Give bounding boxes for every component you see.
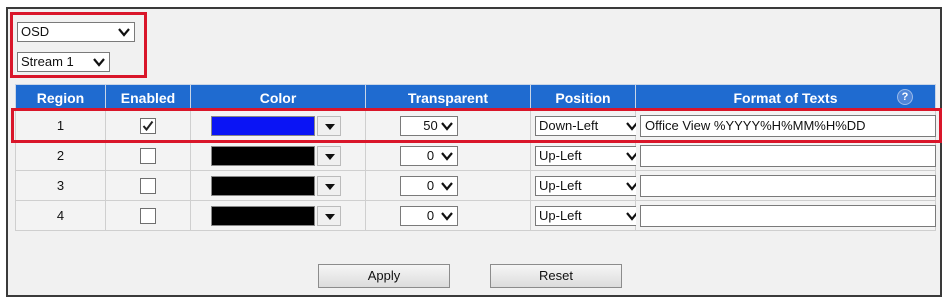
transparent-value: 0 — [426, 208, 435, 223]
color-cell — [190, 140, 366, 171]
header-enabled: Enabled — [105, 84, 191, 111]
format-cell — [635, 140, 936, 171]
region-number: 2 — [56, 148, 65, 163]
transparent-cell: 0 — [365, 140, 531, 171]
color-swatch[interactable] — [211, 176, 315, 196]
header-transparent: Transparent — [365, 84, 531, 111]
table-row: 4 0 Up-Left — [15, 200, 936, 231]
enabled-checkbox[interactable] — [140, 147, 156, 164]
region-cell: 4 — [15, 200, 106, 231]
position-select[interactable]: Up-Left — [535, 146, 643, 166]
color-dropdown-button[interactable] — [317, 176, 341, 196]
position-value: Up-Left — [539, 208, 582, 223]
enabled-cell — [105, 200, 191, 231]
transparent-cell: 0 — [365, 200, 531, 231]
header-color: Color — [190, 84, 366, 111]
enabled-checkbox[interactable] — [140, 207, 156, 224]
format-text-input[interactable] — [640, 175, 936, 197]
select-highlight-box — [10, 12, 147, 78]
transparent-select[interactable]: 0 — [400, 176, 458, 196]
color-swatch[interactable] — [211, 206, 315, 226]
color-dropdown-button[interactable] — [317, 146, 341, 166]
color-swatch[interactable] — [211, 146, 315, 166]
format-text-input[interactable] — [640, 145, 936, 167]
color-cell — [190, 170, 366, 201]
transparent-select[interactable]: 0 — [400, 206, 458, 226]
row-highlight-box — [11, 108, 942, 143]
enabled-cell — [105, 140, 191, 171]
table-row: 3 0 Up-Left — [15, 170, 936, 201]
region-table: Region Enabled Color Transparent Positio… — [15, 84, 936, 231]
table-row: 2 0 Up-Left — [15, 140, 936, 171]
position-cell: Up-Left — [530, 170, 643, 201]
color-dropdown-button[interactable] — [317, 206, 341, 226]
format-cell — [635, 170, 936, 201]
triangle-down-icon — [325, 154, 335, 160]
table-header-row: Region Enabled Color Transparent Positio… — [15, 84, 936, 111]
header-format: Format of Texts ? — [635, 84, 936, 111]
header-region: Region — [15, 84, 106, 111]
region-cell: 3 — [15, 170, 106, 201]
format-text-input[interactable] — [640, 205, 936, 227]
chevron-down-icon — [441, 152, 453, 161]
region-number: 3 — [56, 178, 65, 193]
help-icon[interactable]: ? — [897, 89, 913, 105]
enabled-checkbox[interactable] — [140, 177, 156, 194]
transparent-value: 0 — [426, 148, 435, 163]
position-value: Up-Left — [539, 178, 582, 193]
apply-button[interactable]: Apply — [318, 264, 450, 288]
transparent-value: 0 — [426, 178, 435, 193]
format-cell — [635, 200, 936, 231]
position-value: Up-Left — [539, 148, 582, 163]
header-position: Position — [530, 84, 636, 111]
triangle-down-icon — [325, 184, 335, 190]
chevron-down-icon — [441, 212, 453, 221]
position-select[interactable]: Up-Left — [535, 176, 643, 196]
triangle-down-icon — [325, 214, 335, 220]
chevron-down-icon — [441, 182, 453, 191]
region-cell: 2 — [15, 140, 106, 171]
color-cell — [190, 200, 366, 231]
position-select[interactable]: Up-Left — [535, 206, 643, 226]
header-format-label: Format of Texts — [733, 89, 838, 106]
transparent-select[interactable]: 0 — [400, 146, 458, 166]
position-cell: Up-Left — [530, 200, 643, 231]
transparent-cell: 0 — [365, 170, 531, 201]
region-number: 4 — [56, 208, 65, 223]
position-cell: Up-Left — [530, 140, 643, 171]
reset-button[interactable]: Reset — [490, 264, 622, 288]
enabled-cell — [105, 170, 191, 201]
